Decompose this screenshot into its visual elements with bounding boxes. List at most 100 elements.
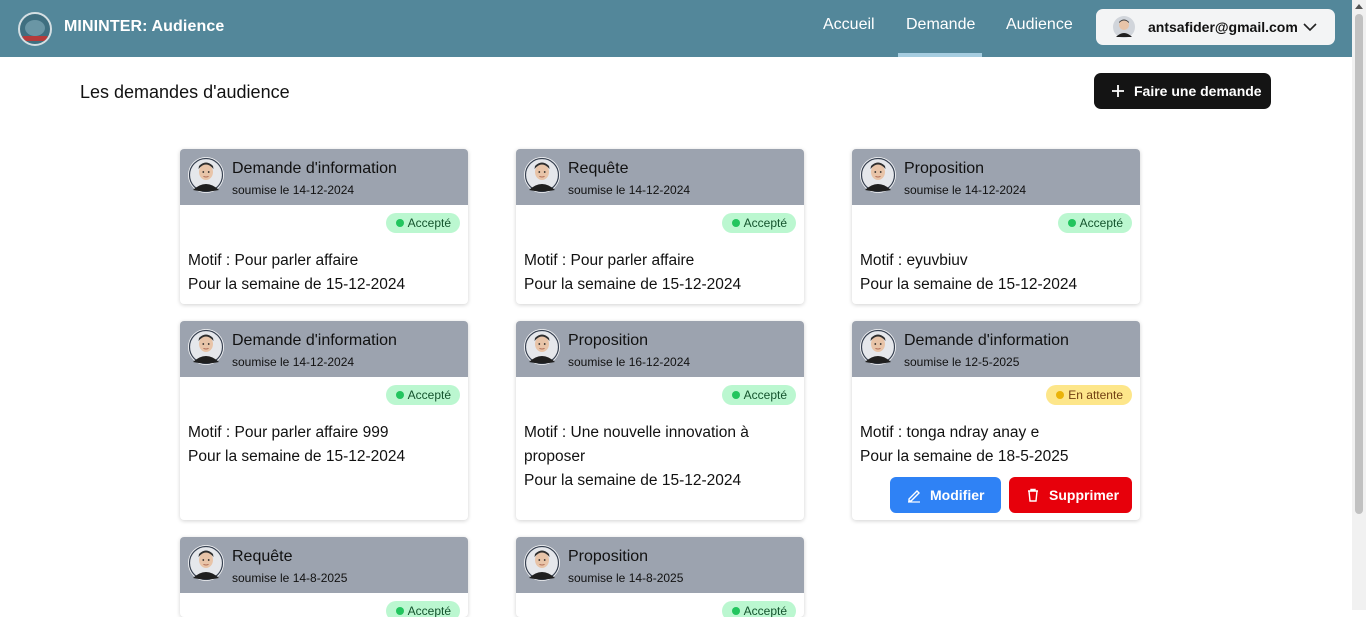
submission-date: soumise le 14-8-2025	[232, 571, 348, 585]
new-request-button[interactable]: Faire une demande	[1094, 73, 1271, 109]
scrollbar-thumb[interactable]	[1355, 14, 1363, 514]
logo-emblem	[25, 20, 45, 36]
request-week: Pour la semaine de 15-12-2024	[188, 448, 406, 465]
requester-avatar-icon	[860, 157, 896, 193]
card-header: Demande d'information soumise le 14-12-2…	[180, 149, 468, 205]
delete-button[interactable]: Supprimer	[1009, 477, 1132, 513]
user-menu-button[interactable]: antsafider@gmail.com	[1096, 9, 1335, 45]
status-dot-icon	[731, 607, 740, 615]
card-body: Motif : Pour parler affaire 999 Pour la …	[188, 421, 460, 469]
request-type: Requête	[568, 160, 629, 177]
status-label: Accepté	[407, 216, 451, 230]
submission-date: soumise le 14-12-2024	[568, 183, 691, 197]
card-header: Demande d'information soumise le 14-12-2…	[180, 321, 468, 377]
request-card[interactable]: Proposition soumise le 14-12-2024 Accept…	[852, 149, 1140, 304]
status-label: Accepté	[743, 216, 787, 230]
submission-date: soumise le 14-12-2024	[232, 183, 355, 197]
request-type: Proposition	[568, 548, 649, 565]
pencil-icon	[908, 490, 920, 503]
submission-date: soumise le 14-8-2025	[568, 571, 684, 585]
requester-avatar-icon	[524, 329, 560, 365]
request-type: Proposition	[568, 332, 649, 349]
submission-date: soumise le 12-5-2025	[904, 355, 1020, 369]
new-request-label: Faire une demande	[1134, 83, 1262, 99]
card-body: Motif : Une nouvelle innovation à propos…	[524, 421, 796, 493]
request-motif: Motif : Pour parler affaire	[524, 252, 695, 269]
request-motif: Motif : eyuvbiuv	[860, 252, 968, 269]
card-header: Requête soumise le 14-8-2025	[180, 537, 468, 593]
request-week: Pour la semaine de 15-12-2024	[524, 472, 742, 489]
app-logo-icon[interactable]	[18, 12, 52, 46]
request-type: Demande d'information	[232, 332, 397, 349]
status-label: Accepté	[743, 604, 787, 617]
request-card[interactable]: Requête soumise le 14-8-2025 Accepté	[180, 537, 468, 617]
page-scrollbar[interactable]	[1352, 0, 1366, 610]
card-header: Proposition soumise le 14-8-2025	[516, 537, 804, 593]
edit-button[interactable]: Modifier	[890, 477, 1001, 513]
user-avatar-icon	[1113, 16, 1135, 38]
status-dot-icon	[395, 219, 404, 227]
trash-icon	[1028, 488, 1038, 502]
request-motif: Motif : Pour parler affaire	[188, 252, 359, 269]
nav-link-audience[interactable]: Audience	[1006, 16, 1073, 34]
request-card[interactable]: Demande d'information soumise le 14-12-2…	[180, 321, 468, 520]
page-title: Les demandes d'audience	[80, 82, 290, 102]
status-label: Accepté	[1079, 216, 1123, 230]
request-type: Proposition	[904, 160, 985, 177]
status-dot-icon	[1067, 219, 1076, 227]
status-label: Accepté	[407, 388, 451, 402]
card-header: Demande d'information soumise le 12-5-20…	[852, 321, 1140, 377]
delete-label: Supprimer	[1049, 487, 1120, 503]
card-body: Motif : eyuvbiuv Pour la semaine de 15-1…	[860, 249, 1132, 297]
card-body: Motif : Pour parler affaire Pour la sema…	[524, 249, 796, 297]
scroll-up-arrow-icon[interactable]	[1355, 4, 1363, 9]
status-badge: Accepté	[721, 213, 796, 233]
request-card[interactable]: Requête soumise le 14-12-2024 Accepté Mo…	[516, 149, 804, 304]
request-type: Requête	[232, 548, 293, 565]
request-motif: Motif : Pour parler affaire 999	[188, 424, 389, 441]
requester-avatar-icon	[188, 157, 224, 193]
submission-date: soumise le 14-12-2024	[232, 355, 355, 369]
active-nav-indicator	[898, 53, 982, 57]
card-header: Requête soumise le 14-12-2024	[516, 149, 804, 205]
request-type: Demande d'information	[904, 332, 1069, 349]
request-motif: Motif : Une nouvelle innovation à propos…	[524, 424, 749, 465]
request-card[interactable]: Demande d'information soumise le 14-12-2…	[180, 149, 468, 304]
request-card[interactable]: Demande d'information soumise le 12-5-20…	[852, 321, 1140, 520]
status-label: En attente	[1068, 388, 1123, 402]
request-motif: Motif : tonga ndray anay e	[860, 424, 1040, 441]
status-dot-icon	[395, 607, 404, 615]
card-body: Motif : Pour parler affaire Pour la sema…	[188, 249, 460, 297]
nav-link-accueil[interactable]: Accueil	[823, 16, 875, 34]
status-badge: En attente	[1046, 385, 1132, 405]
requester-avatar-icon	[524, 157, 560, 193]
plus-icon	[1112, 85, 1124, 97]
status-badge: Accepté	[385, 213, 460, 233]
request-card[interactable]: Proposition soumise le 14-8-2025 Accepté	[516, 537, 804, 617]
chevron-down-icon	[1303, 23, 1317, 32]
status-badge: Accepté	[721, 385, 796, 405]
requester-avatar-icon	[860, 329, 896, 365]
edit-label: Modifier	[930, 487, 985, 503]
request-week: Pour la semaine de 18-5-2025	[860, 448, 1069, 465]
submission-date: soumise le 16-12-2024	[568, 355, 691, 369]
card-header: Proposition soumise le 14-12-2024	[852, 149, 1140, 205]
app-title[interactable]: MININTER: Audience	[64, 18, 224, 36]
request-week: Pour la semaine de 15-12-2024	[188, 276, 406, 293]
status-dot-icon	[395, 391, 404, 399]
nav-link-demande[interactable]: Demande	[906, 16, 975, 34]
status-label: Accepté	[743, 388, 787, 402]
card-header: Proposition soumise le 16-12-2024	[516, 321, 804, 377]
status-badge: Accepté	[1057, 213, 1132, 233]
user-email: antsafider@gmail.com	[1148, 19, 1298, 35]
logo-band	[22, 36, 48, 41]
request-type: Demande d'information	[232, 160, 397, 177]
requester-avatar-icon	[188, 545, 224, 581]
request-week: Pour la semaine de 15-12-2024	[860, 276, 1078, 293]
card-body: Motif : tonga ndray anay e Pour la semai…	[860, 421, 1132, 469]
status-dot-icon	[731, 391, 740, 399]
status-dot-icon	[1056, 391, 1065, 399]
submission-date: soumise le 14-12-2024	[904, 183, 1027, 197]
request-card[interactable]: Proposition soumise le 16-12-2024 Accept…	[516, 321, 804, 520]
status-badge: Accepté	[385, 385, 460, 405]
